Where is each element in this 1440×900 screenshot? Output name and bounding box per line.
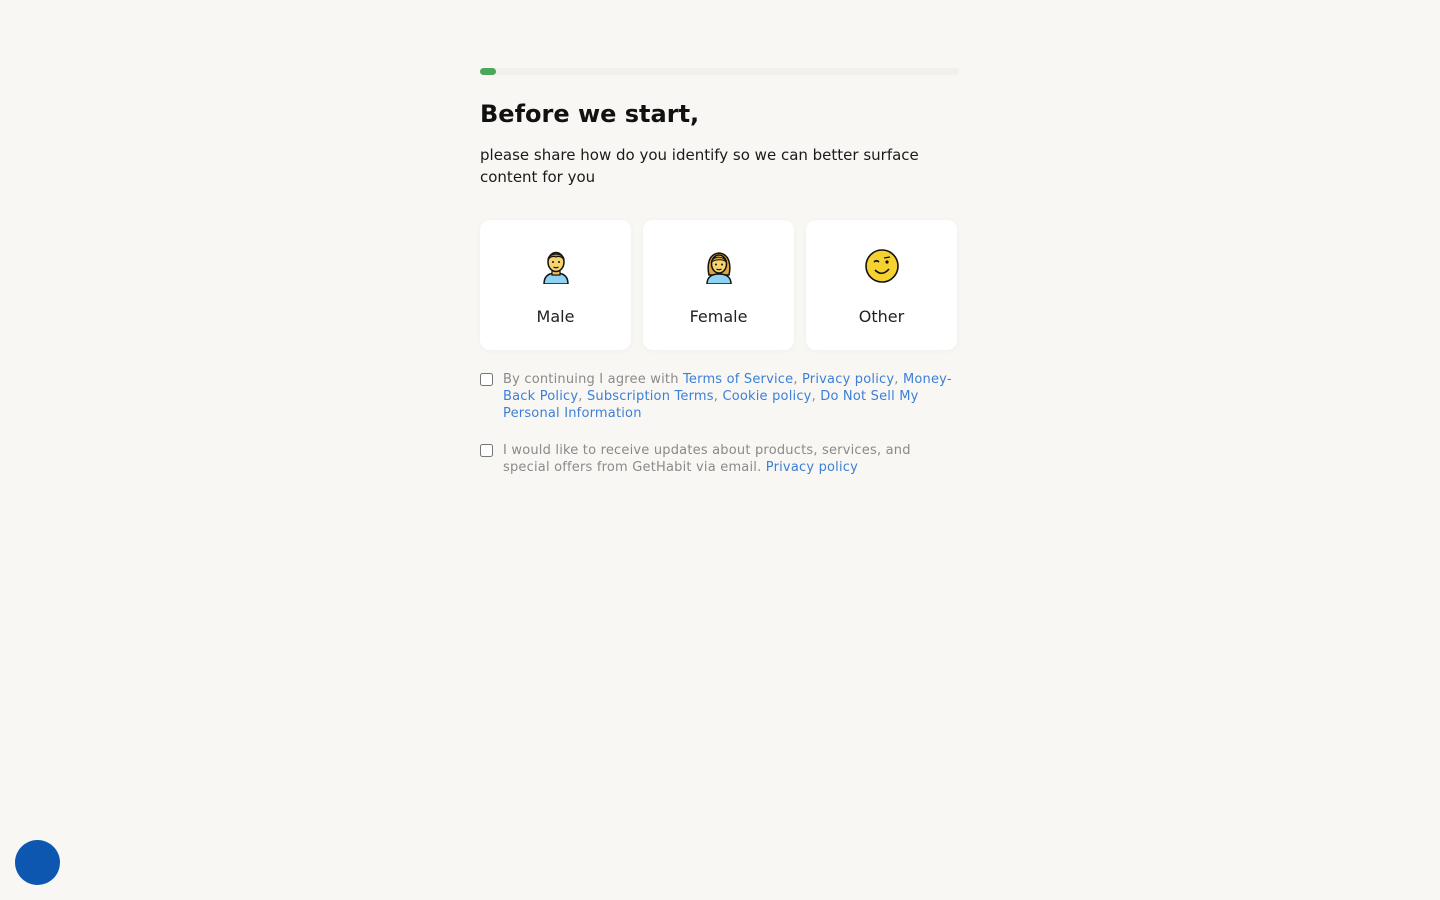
progress-fill (480, 68, 496, 75)
privacy-policy-link[interactable]: Privacy policy (802, 372, 894, 387)
subscription-terms-link[interactable]: Subscription Terms (587, 389, 714, 404)
option-male[interactable]: Male (480, 220, 631, 350)
updates-privacy-policy-link[interactable]: Privacy policy (766, 460, 858, 475)
terms-consent-text: By continuing I agree with Terms of Serv… (503, 371, 959, 422)
page-subtitle: please share how do you identify so we c… (480, 146, 919, 186)
progress-bar (480, 68, 959, 75)
cookie-policy-link[interactable]: Cookie policy (722, 389, 811, 404)
updates-consent-text: I would like to receive updates about pr… (503, 442, 959, 476)
separator: , (578, 389, 587, 404)
help-chat-button[interactable] (15, 840, 60, 885)
woman-icon (705, 252, 732, 284)
gender-options: Male Female Other (480, 220, 959, 350)
winking-face-icon (864, 249, 899, 283)
terms-of-service-link[interactable]: Terms of Service (683, 372, 793, 387)
man-icon (542, 251, 569, 284)
option-other[interactable]: Other (806, 220, 957, 350)
option-label: Female (689, 307, 748, 326)
onboarding-container: Before we start, please share how do you… (480, 68, 959, 475)
terms-checkbox[interactable] (480, 373, 493, 386)
separator: , (793, 372, 802, 387)
option-label: Male (536, 307, 575, 326)
updates-consent: I would like to receive updates about pr… (480, 442, 959, 476)
updates-checkbox[interactable] (480, 444, 493, 457)
separator: , (811, 389, 821, 404)
option-label: Other (858, 307, 905, 326)
option-female[interactable]: Female (643, 220, 794, 350)
terms-prefix: By continuing I agree with (503, 372, 683, 387)
separator: , (894, 372, 903, 387)
page-title: Before we start, (480, 100, 700, 128)
terms-consent: By continuing I agree with Terms of Serv… (480, 371, 959, 422)
